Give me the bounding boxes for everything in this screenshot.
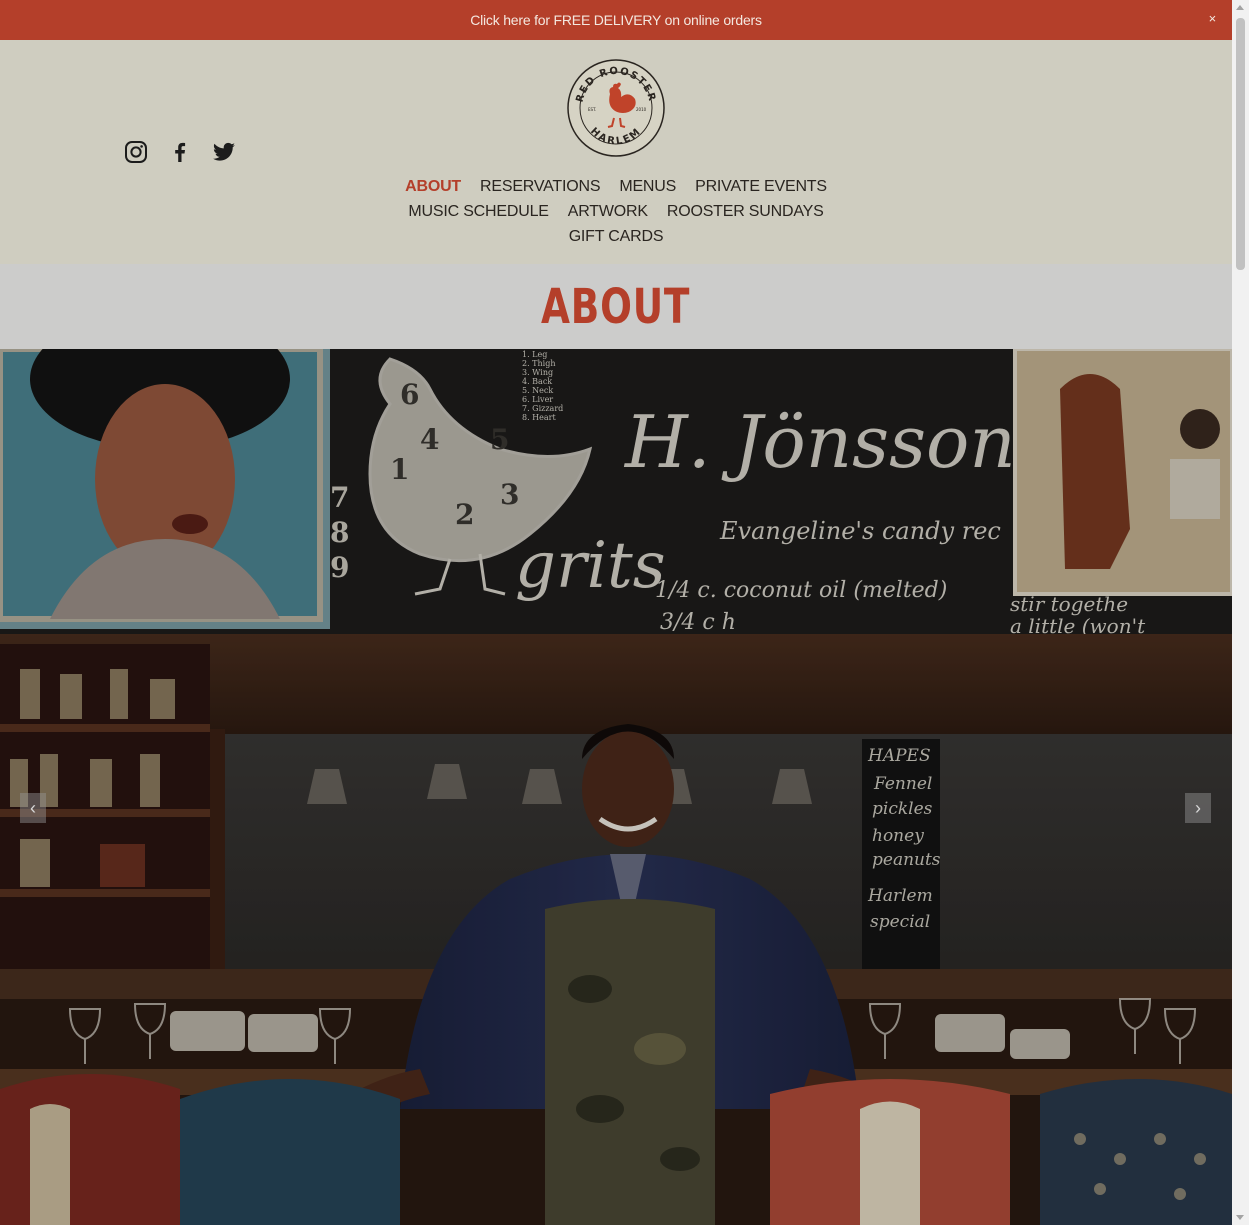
nav-item-artwork[interactable]: ARTWORK xyxy=(568,203,648,221)
site-header: RED ROOSTER HARLEM EST. 2010 ABOUT RESER… xyxy=(0,40,1232,264)
instagram-icon[interactable] xyxy=(124,140,148,164)
nav-row-3: GIFT CARDS xyxy=(569,224,664,249)
nav-item-private-events[interactable]: PRIVATE EVENTS xyxy=(695,178,827,196)
logo-left-text: EST. xyxy=(588,107,596,112)
banner-text[interactable]: Click here for FREE DELIVERY on online o… xyxy=(470,12,762,28)
page-title: ABOUT xyxy=(541,278,691,335)
nav-item-reservations[interactable]: RESERVATIONS xyxy=(480,178,600,196)
slideshow-next-button[interactable]: › xyxy=(1185,793,1211,823)
close-banner-button[interactable]: × xyxy=(1209,11,1217,26)
scroll-thumb[interactable] xyxy=(1236,18,1245,270)
nav-item-gift-cards[interactable]: GIFT CARDS xyxy=(569,228,664,246)
delivery-banner[interactable]: Click here for FREE DELIVERY on online o… xyxy=(0,0,1232,40)
nav-item-music-schedule[interactable]: MUSIC SCHEDULE xyxy=(408,203,549,221)
nav-item-about[interactable]: ABOUT xyxy=(405,178,461,196)
scroll-down-arrow-icon[interactable] xyxy=(1236,1215,1244,1220)
main-nav: ABOUT RESERVATIONS MENUS PRIVATE EVENTS … xyxy=(0,174,1232,249)
nav-row-2: MUSIC SCHEDULE ARTWORK ROOSTER SUNDAYS xyxy=(408,199,823,224)
facebook-icon[interactable] xyxy=(168,140,192,164)
scroll-up-arrow-icon[interactable] xyxy=(1236,5,1244,10)
social-links xyxy=(124,140,236,164)
nav-row-1: ABOUT RESERVATIONS MENUS PRIVATE EVENTS xyxy=(405,174,827,199)
page-title-band: ABOUT xyxy=(0,264,1232,349)
page-scrollbar[interactable] xyxy=(1232,0,1249,1225)
hero-slideshow[interactable]: 6 4 5 1 3 2 7 8 9 1. Leg 2. Thigh 3. Win… xyxy=(0,349,1232,1225)
nav-item-menus[interactable]: MENUS xyxy=(619,178,676,196)
twitter-icon[interactable] xyxy=(212,140,236,164)
slideshow-prev-button[interactable]: ‹ xyxy=(20,793,46,823)
nav-item-rooster-sundays[interactable]: ROOSTER SUNDAYS xyxy=(667,203,824,221)
hero-image: 6 4 5 1 3 2 7 8 9 1. Leg 2. Thigh 3. Win… xyxy=(0,349,1232,1225)
red-rooster-logo[interactable]: RED ROOSTER HARLEM EST. 2010 xyxy=(566,58,666,158)
logo-right-text: 2010 xyxy=(636,107,647,112)
